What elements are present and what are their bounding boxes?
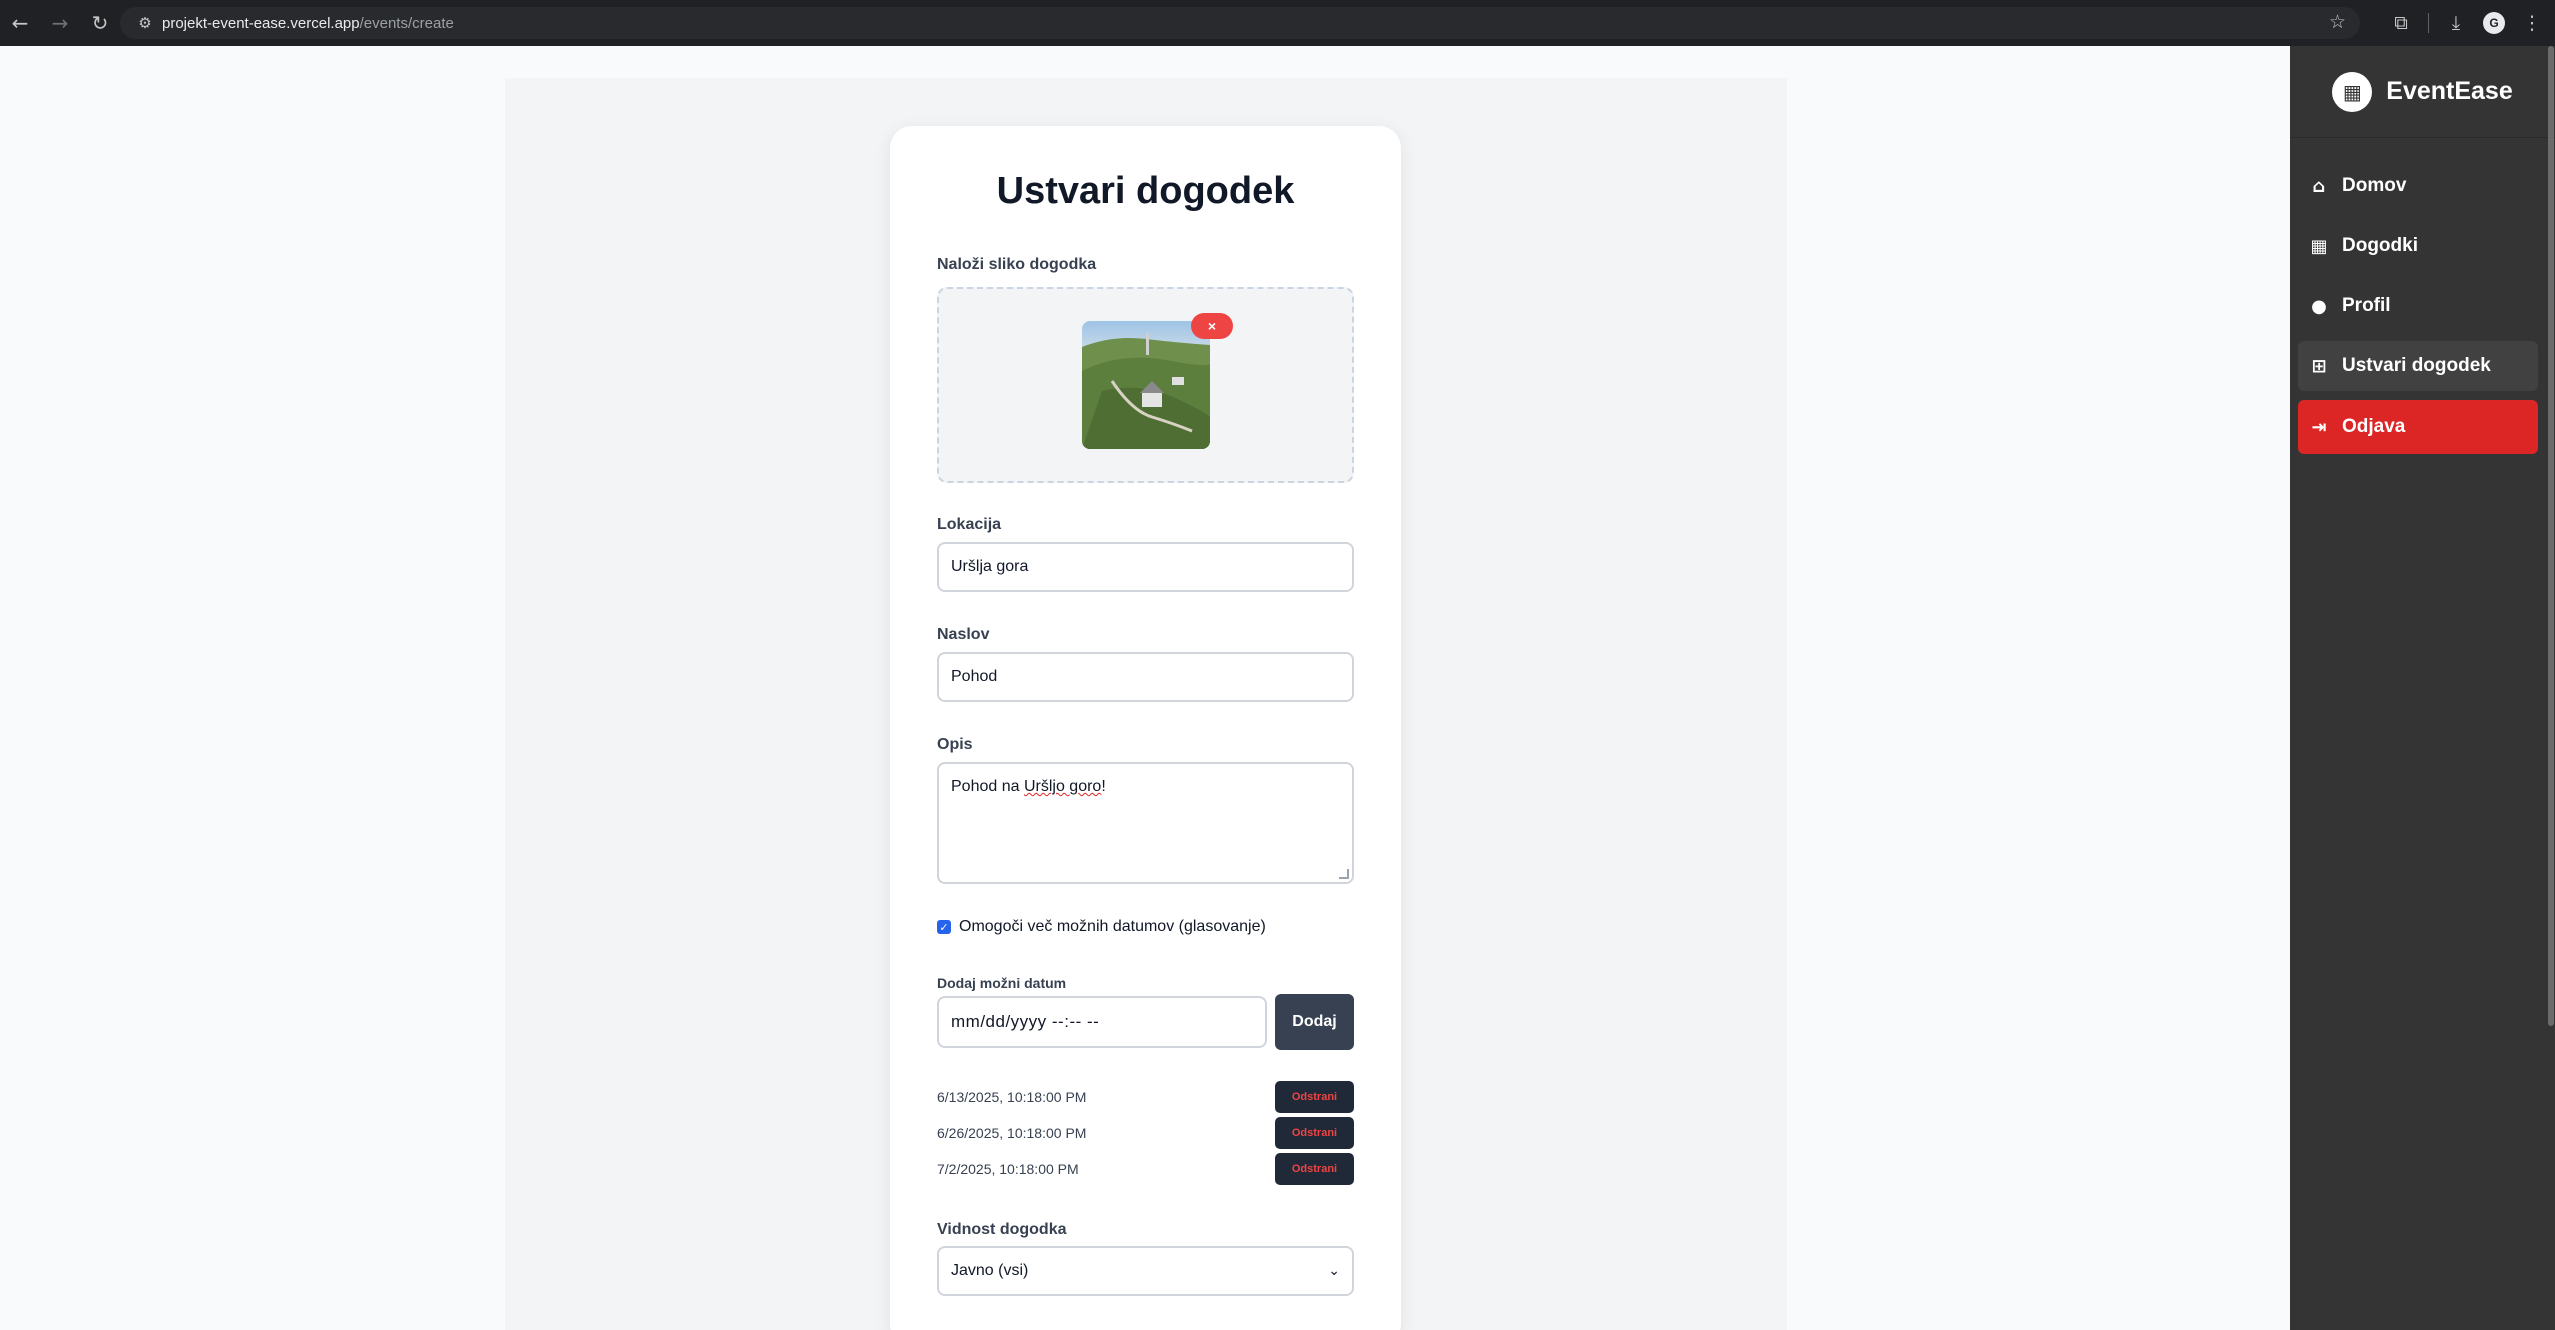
description-label: Opis xyxy=(937,736,973,753)
sidebar: ▦ EventEase ⌂ Domov ▦ Dogodki ● Profil ⊞… xyxy=(2290,46,2555,1330)
remove-image-button[interactable]: × xyxy=(1191,313,1233,339)
bookmark-star-icon[interactable]: ☆ xyxy=(2329,11,2346,33)
extensions-icon[interactable]: ⧉ xyxy=(2388,12,2414,34)
location-label: Lokacija xyxy=(937,516,1002,533)
description-text-start: Pohod na xyxy=(951,778,1024,795)
chevron-down-icon: ⌄ xyxy=(1328,1263,1340,1279)
mountain-photo-icon xyxy=(1082,321,1210,449)
logout-button[interactable]: ⇥ Odjava xyxy=(2298,400,2538,454)
remove-date-button[interactable]: Odstrani xyxy=(1275,1117,1354,1149)
sidebar-item-dogodki[interactable]: ▦ Dogodki xyxy=(2298,221,2538,271)
date-option: 6/13/2025, 10:18:00 PM xyxy=(937,1089,1087,1105)
page-title: Ustvari dogodek xyxy=(996,170,1295,212)
remove-date-button[interactable]: Odstrani xyxy=(1275,1081,1354,1113)
logout-icon: ⇥ xyxy=(2311,416,2327,438)
date-option: 6/26/2025, 10:18:00 PM xyxy=(937,1125,1087,1141)
back-icon[interactable]: ← xyxy=(0,0,40,46)
location-input[interactable]: Uršlja gora xyxy=(937,542,1354,592)
event-image-preview xyxy=(1082,321,1210,449)
description-text-end: ! xyxy=(1101,778,1106,795)
url-text: projekt-event-ease.vercel.app/events/cre… xyxy=(162,14,454,32)
multi-date-option[interactable]: ✓ Omogoči več možnih datumov (glasovanje… xyxy=(937,918,1266,936)
add-date-button[interactable]: Dodaj xyxy=(1275,994,1354,1050)
create-event-card: Ustvari dogodek Naloži sliko dogodka × L… xyxy=(890,126,1401,1330)
sidebar-item-domov[interactable]: ⌂ Domov xyxy=(2298,161,2538,211)
plus-square-icon: ⊞ xyxy=(2311,355,2327,377)
address-bar[interactable]: ⚙ projekt-event-ease.vercel.app/events/c… xyxy=(120,7,2360,39)
sidebar-item-label: Profil xyxy=(2342,295,2391,316)
sidebar-item-label: Dogodki xyxy=(2342,235,2418,256)
sidebar-item-label: Ustvari dogodek xyxy=(2342,355,2491,376)
multi-date-checkbox[interactable]: ✓ xyxy=(937,920,951,934)
brand[interactable]: ▦ EventEase xyxy=(2290,46,2555,138)
remove-date-button[interactable]: Odstrani xyxy=(1275,1153,1354,1185)
description-textarea[interactable]: Pohod na Uršljo goro! xyxy=(937,762,1354,884)
site-info-icon[interactable]: ⚙ xyxy=(128,14,162,32)
toolbar-divider xyxy=(2428,13,2429,33)
calendar-icon: ▦ xyxy=(2310,235,2328,257)
scrollbar[interactable] xyxy=(2548,46,2554,1026)
download-icon[interactable]: ⤓ xyxy=(2443,12,2469,34)
brand-name: EventEase xyxy=(2386,77,2513,105)
eventease-logo-icon: ▦ xyxy=(2332,71,2373,112)
profile-avatar[interactable]: G xyxy=(2483,12,2505,34)
image-upload-label: Naloži sliko dogodka xyxy=(937,256,1097,273)
sidebar-item-label: Odjava xyxy=(2342,416,2406,437)
description-text-misspelled: Uršljo goro xyxy=(1023,778,1102,795)
multi-date-label: Omogoči več možnih datumov (glasovanje) xyxy=(959,918,1266,935)
forward-icon[interactable]: → xyxy=(40,0,80,46)
date-time-input[interactable]: mm/dd/yyyy --:-- -- xyxy=(937,996,1267,1048)
sidebar-item-ustvari-dogodek[interactable]: ⊞ Ustvari dogodek xyxy=(2298,341,2538,391)
date-option: 7/2/2025, 10:18:00 PM xyxy=(937,1161,1079,1177)
visibility-label: Vidnost dogodka xyxy=(937,1221,1067,1238)
sidebar-item-profil[interactable]: ● Profil xyxy=(2298,281,2538,331)
sidebar-item-label: Domov xyxy=(2342,175,2407,196)
menu-dots-icon[interactable]: ⋮ xyxy=(2519,12,2545,34)
user-icon: ● xyxy=(2311,295,2327,317)
home-icon: ⌂ xyxy=(2312,175,2326,197)
event-title-label: Naslov xyxy=(937,626,990,643)
visibility-value: Javno (vsi) xyxy=(951,1262,1029,1279)
reload-icon[interactable]: ↻ xyxy=(80,0,120,46)
image-dropzone[interactable]: × xyxy=(937,287,1354,483)
browser-toolbar: ← → ↻ ⚙ projekt-event-ease.vercel.app/ev… xyxy=(0,0,2555,46)
visibility-select[interactable]: Javno (vsi) ⌄ xyxy=(937,1246,1354,1296)
event-title-input[interactable]: Pohod xyxy=(937,652,1354,702)
resize-handle[interactable] xyxy=(1339,869,1349,879)
add-date-label: Dodaj možni datum xyxy=(937,975,1067,991)
